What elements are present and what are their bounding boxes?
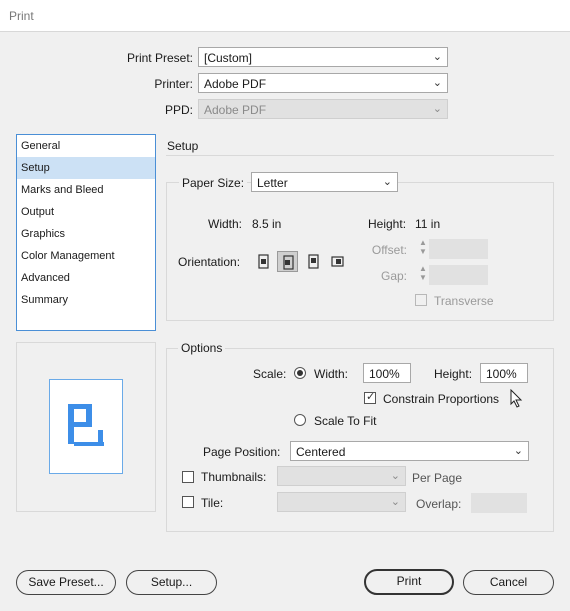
window-title: Print xyxy=(9,9,34,23)
chevron-down-icon: ⌄ xyxy=(513,445,523,457)
gap-spinner: ▲ ▼ xyxy=(419,264,427,282)
offset-label: Offset: xyxy=(371,243,407,257)
save-preset-button[interactable]: Save Preset... xyxy=(16,570,116,595)
tile-label: Tile: xyxy=(201,496,224,510)
reverse-portrait-icon xyxy=(308,254,319,269)
scale-width-value: 100% xyxy=(369,367,400,381)
cancel-button[interactable]: Cancel xyxy=(463,570,554,595)
orientation-landscape-button[interactable] xyxy=(277,251,298,272)
sidebar-item-output[interactable]: Output xyxy=(17,201,155,223)
orientation-reverse-landscape-button[interactable] xyxy=(327,251,348,272)
chevron-down-icon: ⌄ xyxy=(432,77,442,89)
tile-select: ⌄ xyxy=(277,492,406,512)
printer-label: Printer: xyxy=(154,77,193,91)
scale-to-fit-radio[interactable] xyxy=(294,414,306,426)
setup-section-title: Setup xyxy=(167,139,199,153)
sidebar-item-summary[interactable]: Summary xyxy=(17,289,155,311)
printer-value: Adobe PDF xyxy=(204,77,267,91)
page-position-value: Centered xyxy=(296,445,346,459)
sidebar-item-marks-and-bleed[interactable]: Marks and Bleed xyxy=(17,179,155,201)
page-position-select[interactable]: Centered ⌄ xyxy=(290,441,529,461)
chevron-down-icon: ⌄ xyxy=(432,51,442,63)
print-preset-label: Print Preset: xyxy=(126,51,193,65)
scale-label: Scale: xyxy=(253,367,287,381)
preview-page xyxy=(49,379,123,474)
portrait-icon xyxy=(258,254,269,269)
ppd-label: PPD: xyxy=(164,103,193,117)
sidebar-item-graphics[interactable]: Graphics xyxy=(17,223,155,245)
thumbnails-label: Thumbnails: xyxy=(201,470,267,484)
paper-size-select[interactable]: Letter ⌄ xyxy=(251,172,398,192)
scale-width-label: Width: xyxy=(314,367,349,381)
gap-field xyxy=(429,265,488,285)
options-group-title: Options xyxy=(178,341,226,355)
gap-label: Gap: xyxy=(380,269,407,283)
orientation-label: Orientation: xyxy=(178,255,241,269)
mouse-cursor-icon xyxy=(510,389,523,408)
paper-height-label: Height: xyxy=(368,217,407,231)
paper-size-value: Letter xyxy=(257,176,288,190)
chevron-down-icon: ⌄ xyxy=(382,176,392,188)
offset-field xyxy=(429,239,488,259)
ppd-value: Adobe PDF xyxy=(204,103,267,117)
sidebar-item-setup[interactable]: Setup xyxy=(17,157,155,179)
scale-height-value: 100% xyxy=(486,367,517,381)
paper-width-value: 8.5 in xyxy=(252,217,282,231)
chevron-down-icon: ⌄ xyxy=(390,496,400,508)
scale-height-input[interactable]: 100% xyxy=(480,363,528,383)
chevron-down-icon: ⌄ xyxy=(390,470,400,482)
page-position-label: Page Position: xyxy=(203,445,281,459)
ppd-select: Adobe PDF ⌄ xyxy=(198,99,448,119)
paper-height-value: 11 in xyxy=(415,217,441,231)
sidebar-item-color-management[interactable]: Color Management xyxy=(17,245,155,267)
overlap-field xyxy=(471,493,527,513)
constrain-proportions-label: Constrain Proportions xyxy=(383,392,500,406)
divider xyxy=(166,155,554,156)
reverse-landscape-icon xyxy=(331,256,344,267)
offset-spinner: ▲ ▼ xyxy=(419,238,427,256)
sidebar-item-advanced[interactable]: Advanced xyxy=(17,267,155,289)
preview-glyph-icon xyxy=(68,404,104,446)
chevron-down-icon: ⌄ xyxy=(432,103,442,115)
per-page-label: Per Page xyxy=(412,471,463,485)
paper-width-label: Width: xyxy=(208,217,243,231)
title-bar: Print xyxy=(0,0,570,32)
scale-width-radio[interactable] xyxy=(294,367,306,379)
constrain-proportions-checkbox[interactable] xyxy=(364,390,376,404)
tile-checkbox[interactable] xyxy=(182,496,194,508)
print-preset-value: [Custom] xyxy=(204,51,253,65)
landscape-icon xyxy=(283,255,294,270)
thumbnails-checkbox[interactable] xyxy=(182,471,194,483)
setup-button[interactable]: Setup... xyxy=(126,570,217,595)
scale-height-label: Height: xyxy=(434,367,473,381)
thumbnails-select: ⌄ xyxy=(277,466,406,486)
scale-to-fit-label: Scale To Fit xyxy=(314,414,377,428)
print-preset-select[interactable]: [Custom] ⌄ xyxy=(198,47,448,67)
paper-size-label: Paper Size: xyxy=(179,176,248,190)
orientation-portrait-button[interactable] xyxy=(253,251,274,272)
printer-select[interactable]: Adobe PDF ⌄ xyxy=(198,73,448,93)
orientation-reverse-portrait-button[interactable] xyxy=(303,251,324,272)
category-list[interactable]: General Setup Marks and Bleed Output Gra… xyxy=(16,134,156,331)
transverse-checkbox xyxy=(415,294,427,306)
print-button[interactable]: Print xyxy=(364,569,454,595)
transverse-label: Transverse xyxy=(434,294,494,308)
sidebar-item-general[interactable]: General xyxy=(17,135,155,157)
overlap-label: Overlap: xyxy=(416,497,462,511)
scale-width-input[interactable]: 100% xyxy=(363,363,411,383)
